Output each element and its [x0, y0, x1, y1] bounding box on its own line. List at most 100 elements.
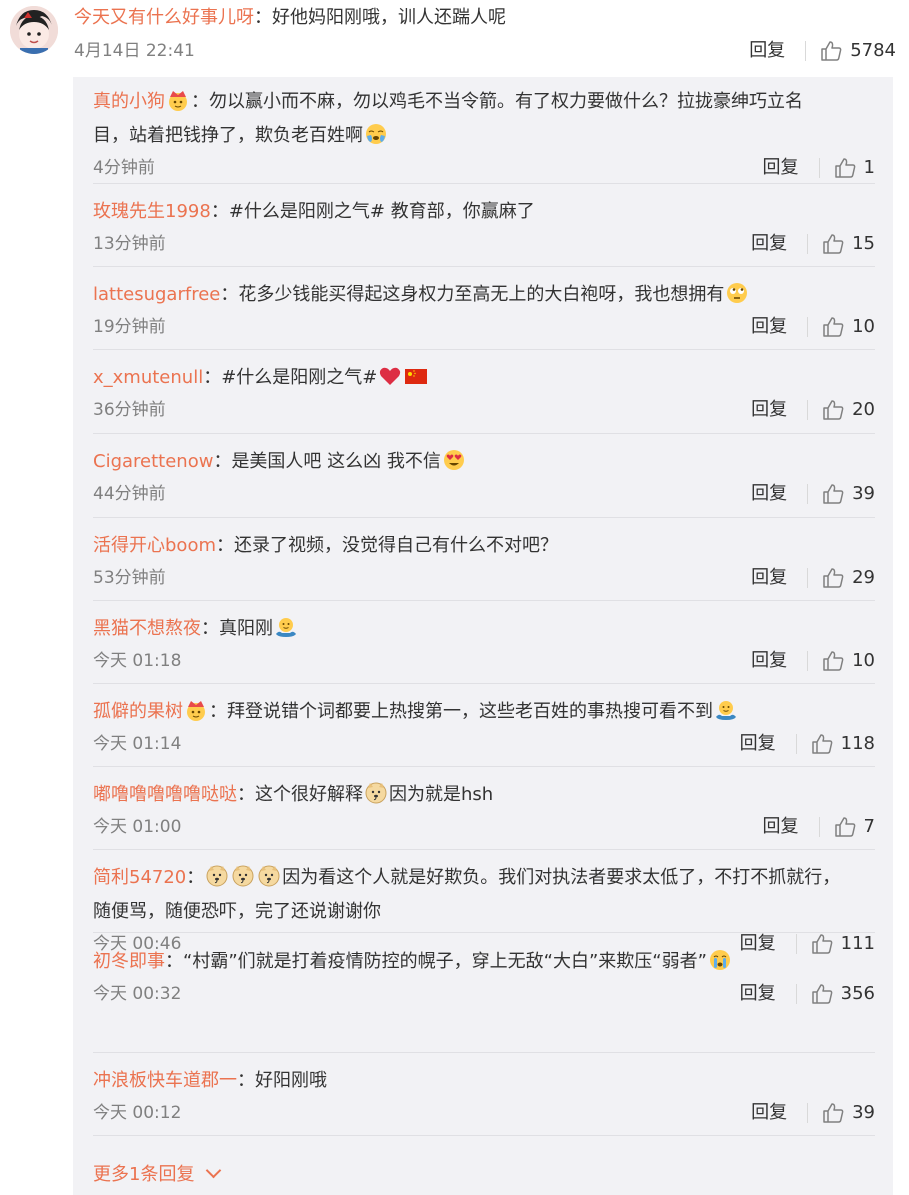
divider: [807, 484, 809, 504]
reply-text: 勿以赢小而不麻，勿以鸡毛不当令箭。有了权力要做什么？拉拢豪绅巧立名: [209, 91, 803, 112]
reply-actions: 回复 118: [740, 729, 875, 759]
reply-content: 嘟噜噜噜噜噜哒哒：这个很好解释 因为就是hsh: [93, 778, 875, 812]
reply-button[interactable]: 回复: [751, 563, 787, 593]
thumbs-up-icon[interactable]: [822, 233, 844, 255]
separator: ：: [209, 701, 227, 722]
reply-content: x_xmutenull：#什么是阳刚之气#: [93, 361, 875, 395]
thumbs-up-icon[interactable]: [834, 816, 856, 838]
reply-button[interactable]: 回复: [749, 39, 785, 63]
thumbs-up-icon[interactable]: [834, 157, 856, 179]
like-count: 15: [852, 233, 875, 254]
separator: ：: [254, 7, 272, 28]
reply-button[interactable]: 回复: [751, 229, 787, 259]
like-count: 7: [863, 816, 875, 837]
reply-text: 还录了视频，没觉得自己有什么不对吧？: [234, 535, 558, 556]
thumbs-up-icon[interactable]: [820, 40, 842, 62]
reply-text: 拜登说错个词都要上热搜第一，这些老百姓的事热搜可看不到: [227, 701, 713, 722]
reply-actions: 回复 39: [751, 479, 875, 509]
timestamp: 今天 01:00: [93, 817, 182, 837]
divider: [807, 317, 809, 337]
divider: [807, 568, 809, 588]
avatar[interactable]: [10, 6, 58, 54]
main-comment-meta: 4月14日 22:41 回复 5784: [74, 39, 896, 63]
thumbs-up-icon[interactable]: [811, 983, 833, 1005]
username-link[interactable]: 活得开心boom: [93, 535, 216, 556]
replies-panel: 更多1条回复 真的小狗 ：勿以赢小而不麻，勿以鸡毛不当令箭。有了权力要做什么？拉拢…: [73, 77, 893, 1195]
reply-content: 黑猫不想熬夜：真阳刚: [93, 612, 875, 646]
reply-meta: 今天 00:12 回复 39: [93, 1098, 875, 1128]
reply-item: 真的小狗 ：勿以赢小而不麻，勿以鸡毛不当令箭。有了权力要做什么？拉拢豪绅巧立名 目，…: [93, 85, 875, 183]
username-link[interactable]: 简利54720: [93, 867, 186, 888]
reply-button[interactable]: 回复: [751, 395, 787, 425]
timestamp: 4月14日 22:41: [74, 41, 195, 61]
thumbs-up-icon[interactable]: [822, 316, 844, 338]
divider: [807, 234, 809, 254]
thumbs-up-icon[interactable]: [822, 650, 844, 672]
heart-eyes-emoji-icon: [442, 448, 466, 472]
reply-content: 简利54720： 因为看这个人就是好欺负。我们对执法者要求太低了，不打不抓就行， 随…: [93, 861, 875, 929]
like-count: 118: [840, 733, 875, 754]
timestamp: 今天 00:32: [93, 984, 182, 1004]
reply-content: 真的小狗 ：勿以赢小而不麻，勿以鸡毛不当令箭。有了权力要做什么？拉拢豪绅巧立名 目，…: [93, 85, 875, 153]
username-link[interactable]: 孤僻的果树: [93, 701, 183, 722]
username-link[interactable]: Cigarettenow: [93, 451, 213, 472]
username-link[interactable]: x_xmutenull: [93, 367, 203, 388]
username-link[interactable]: 嘟噜噜噜噜噜哒哒: [93, 784, 237, 805]
reply-item: 活得开心boom：还录了视频，没觉得自己有什么不对吧？ 53分钟前 回复 29: [93, 529, 875, 593]
reply-meta: 今天 00:32 回复 356: [93, 979, 875, 1009]
username-link[interactable]: lattesugarfree: [93, 284, 220, 305]
like-count: 39: [852, 483, 875, 504]
reply-text-line2: 随便骂，随便恐吓，完了还说谢谢你: [93, 901, 381, 922]
reply-text-after: 因为就是hsh: [389, 784, 494, 805]
crown-emoji-icon: [184, 698, 208, 722]
divider: [93, 433, 875, 434]
thumbs-up-icon[interactable]: [822, 483, 844, 505]
thumbs-up-icon[interactable]: [811, 733, 833, 755]
username-link[interactable]: 黑猫不想熬夜: [93, 618, 201, 639]
reply-button[interactable]: 回复: [740, 729, 776, 759]
username-link[interactable]: 冲浪板快车道郡一: [93, 1070, 237, 1091]
divider: [93, 600, 875, 601]
comment-text: 好他妈阳刚哦，训人还踹人呢: [272, 7, 506, 28]
more-replies-label: 更多1条回复: [93, 1164, 195, 1185]
like-count: 20: [852, 399, 875, 420]
reply-meta: 44分钟前 回复 39: [93, 479, 875, 509]
divider: [795, 984, 797, 1004]
reply-actions: 回复 7: [763, 812, 875, 842]
username-link[interactable]: 今天又有什么好事儿呀: [74, 7, 254, 28]
separator: ：: [216, 535, 234, 556]
thumbs-up-icon[interactable]: [822, 399, 844, 421]
thumbs-up-icon[interactable]: [822, 567, 844, 589]
reply-button[interactable]: 回复: [751, 646, 787, 676]
reply-button[interactable]: 回复: [751, 312, 787, 342]
crying-face-emoji-icon: [708, 948, 732, 972]
divider: [805, 41, 807, 61]
timestamp: 13分钟前: [93, 234, 166, 254]
reply-meta: 今天 01:00 回复 7: [93, 812, 875, 842]
reply-button[interactable]: 回复: [763, 153, 799, 183]
reply-text: 好阳刚哦: [255, 1070, 327, 1091]
reply-button[interactable]: 回复: [763, 812, 799, 842]
reply-meta: 36分钟前 回复 20: [93, 395, 875, 425]
username-link[interactable]: 真的小狗: [93, 91, 165, 112]
reply-content: 活得开心boom：还录了视频，没觉得自己有什么不对吧？: [93, 529, 875, 563]
eye-roll-emoji-icon: [725, 281, 749, 305]
thumbs-up-icon[interactable]: [822, 1102, 844, 1124]
timestamp: 44分钟前: [93, 484, 166, 504]
reply-item: 初冬即事：“村霸”们就是打着疫情防控的幌子，穿上无敌“大白”来欺压“弱者” 今天 …: [93, 945, 875, 1009]
reply-content: 玫瑰先生1998：#什么是阳刚之气# 教育部，你赢麻了: [93, 195, 875, 229]
username-link[interactable]: 初冬即事: [93, 951, 165, 972]
reply-item: 黑猫不想熬夜：真阳刚 今天 01:18 回复 10: [93, 612, 875, 676]
reply-item: 孤僻的果树 ：拜登说错个词都要上热搜第一，这些老百姓的事热搜可看不到 今天 01:1…: [93, 695, 875, 759]
timestamp: 36分钟前: [93, 400, 166, 420]
reply-actions: 回复 356: [740, 979, 875, 1009]
reply-text: #什么是阳刚之气# 教育部，你赢麻了: [228, 201, 535, 222]
more-replies-link[interactable]: 更多1条回复: [93, 1160, 222, 1186]
crown-emoji-icon: [166, 88, 190, 112]
username-link[interactable]: 玫瑰先生1998: [93, 201, 211, 222]
reply-button[interactable]: 回复: [751, 479, 787, 509]
reply-button[interactable]: 回复: [740, 979, 776, 1009]
comment-thread: 今天又有什么好事儿呀：好他妈阳刚哦，训人还踹人呢 4月14日 22:41 回复 …: [0, 0, 909, 1195]
reply-button[interactable]: 回复: [751, 1098, 787, 1128]
china-flag-icon: [404, 364, 428, 388]
